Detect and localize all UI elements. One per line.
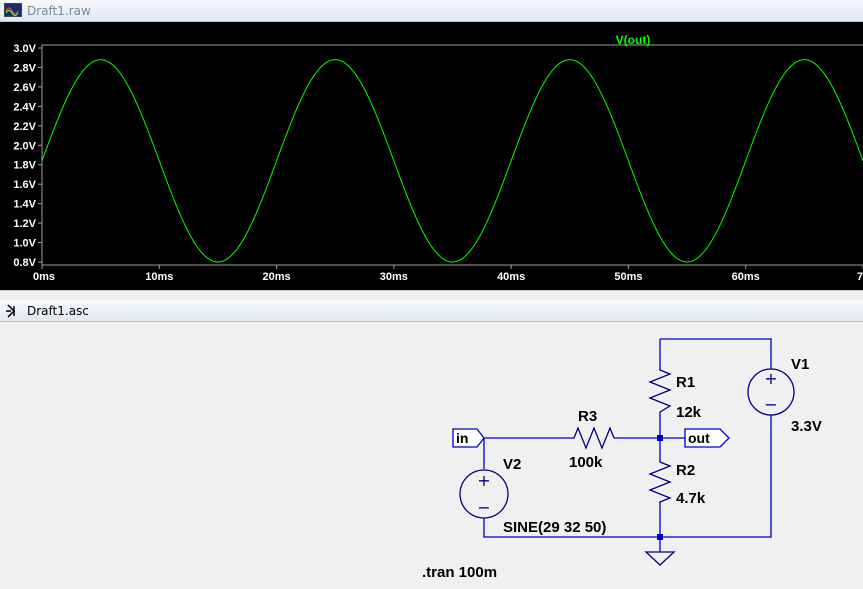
v2-plus: + [477,471,490,490]
x-tick-label: 10ms [145,271,173,283]
resistor-r3[interactable] [568,426,615,450]
r2-value[interactable]: 4.7k [676,490,706,507]
junction-out [657,435,663,441]
v2-value[interactable]: SINE(29 32 50) [503,519,606,536]
plot-frame [41,44,863,266]
window-divider[interactable] [0,290,863,300]
y-tick-label: 2.2V [13,121,36,133]
x-tick-label: 30ms [380,271,408,283]
y-tick-label: 1.2V [13,218,36,230]
y-tick-label: 1.4V [13,199,36,211]
v1-name[interactable]: V1 [791,356,809,373]
r2-name[interactable]: R2 [676,462,695,479]
schematic-window-title: Draft1.asc [27,304,89,318]
y-tick-label: 1.8V [13,160,36,172]
y-tick-label: 1.0V [13,238,36,250]
v2-name[interactable]: V2 [503,456,521,473]
x-tick-label: 50ms [614,271,642,283]
schematic-pane[interactable]: + − + − in out R1 12k R2 4.7k R3 100k V1… [0,322,863,589]
waveform-icon [4,3,22,20]
wire-top[interactable] [660,338,772,364]
y-tick-label: 2.4V [13,101,36,113]
x-tick-label: 60ms [732,271,760,283]
y-tick-label: 1.6V [13,179,36,191]
v1-plus: + [764,369,777,388]
y-tick-label: 0.8V [13,257,36,269]
r3-value[interactable]: 100k [569,454,603,471]
r1-value[interactable]: 12k [676,404,702,421]
waveform-window-titlebar[interactable]: Draft1.raw [0,0,863,22]
net-label-in: in [456,430,468,446]
schematic-icon [4,303,22,322]
resistor-r2[interactable] [648,458,672,508]
legend-vout[interactable]: V(out) [616,33,651,47]
v1-value[interactable]: 3.3V [791,418,822,435]
schematic-canvas[interactable]: + − + − in out R1 12k R2 4.7k R3 100k V1… [0,322,863,589]
junction-ground [657,534,663,540]
trace-vout[interactable] [41,59,863,263]
x-tick-label: 40ms [497,271,525,283]
x-tick-label: 20ms [263,271,291,283]
v2-minus: − [477,498,490,517]
r1-name[interactable]: R1 [676,374,695,391]
x-tick-label: 7 [857,271,863,283]
y-tick-label: 2.0V [13,140,36,152]
waveform-plot-pane[interactable]: 3.0V 2.8V 2.6V 2.4V 2.2V 2.0V 1.8V 1.6V 1.4V 1.2V… [0,22,863,290]
plot-ticks: 3.0V 2.8V 2.6V 2.4V 2.2V 2.0V 1.8V 1.6V 1.4V 1.2V… [13,43,863,283]
net-label-out: out [688,430,710,446]
y-tick-label: 2.8V [13,62,36,74]
y-tick-label: 2.6V [13,82,36,94]
resistor-r1[interactable] [648,364,672,418]
v1-minus: − [764,395,777,414]
r3-name[interactable]: R3 [578,408,597,425]
schematic-window-titlebar[interactable]: Draft1.asc [0,300,863,322]
spice-directive[interactable]: .tran 100m [422,564,497,581]
waveform-plot[interactable]: 3.0V 2.8V 2.6V 2.4V 2.2V 2.0V 1.8V 1.6V 1.4V 1.2V… [0,22,863,290]
plot-axes [41,44,863,266]
ground-symbol[interactable] [644,551,676,566]
waveform-window-title: Draft1.raw [27,4,91,18]
y-tick-label: 3.0V [13,43,36,55]
x-tick-label: 0ms [33,271,55,283]
